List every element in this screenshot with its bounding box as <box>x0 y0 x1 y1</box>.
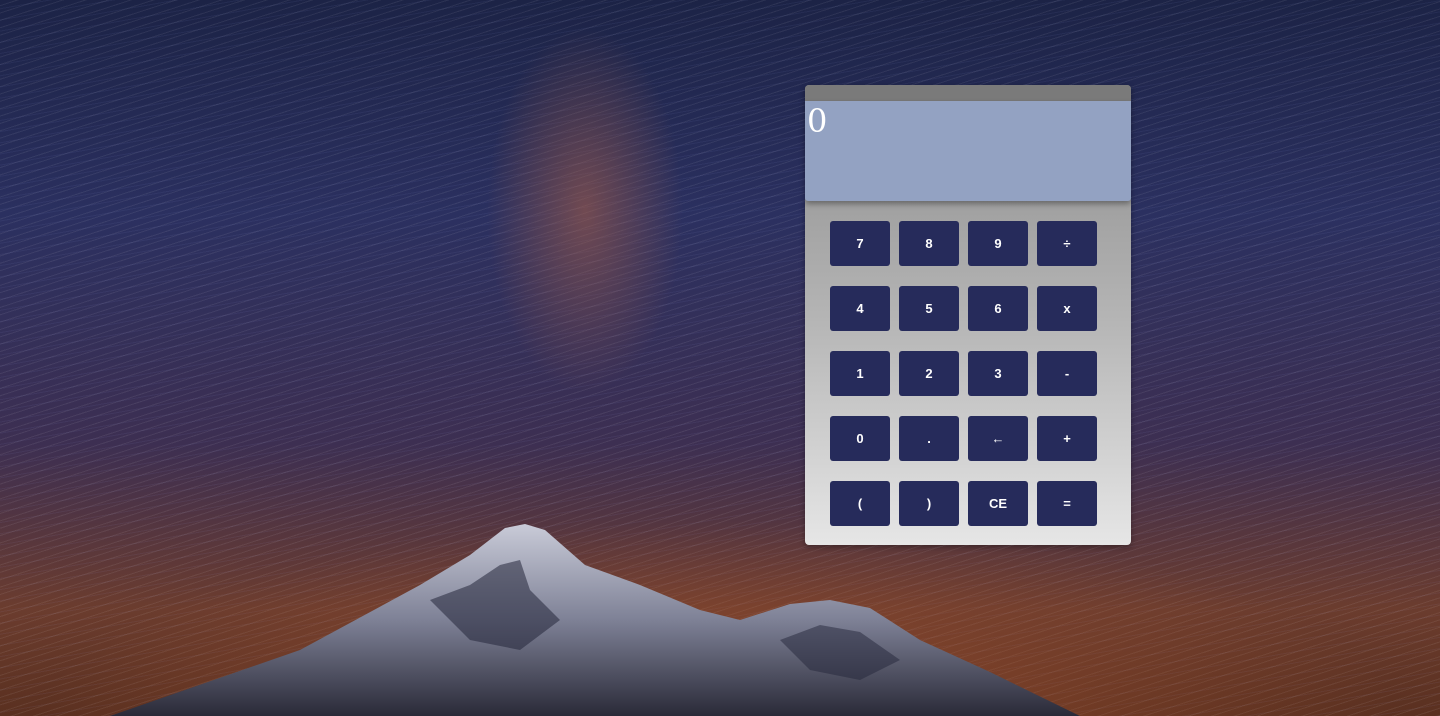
key-backspace[interactable]: ← <box>968 416 1028 461</box>
key-close-paren[interactable]: ) <box>899 481 959 526</box>
keypad: 7 8 9 ÷ 4 5 6 x 1 2 3 - 0 . ← + ( ) CE = <box>830 221 1098 526</box>
key-0[interactable]: 0 <box>830 416 890 461</box>
key-equals[interactable]: = <box>1037 481 1097 526</box>
key-subtract[interactable]: - <box>1037 351 1097 396</box>
key-add[interactable]: + <box>1037 416 1097 461</box>
key-3[interactable]: 3 <box>968 351 1028 396</box>
key-6[interactable]: 6 <box>968 286 1028 331</box>
key-4[interactable]: 4 <box>830 286 890 331</box>
key-5[interactable]: 5 <box>899 286 959 331</box>
key-8[interactable]: 8 <box>899 221 959 266</box>
key-open-paren[interactable]: ( <box>830 481 890 526</box>
calculator-titlebar[interactable] <box>805 85 1131 101</box>
calculator: 0 7 8 9 ÷ 4 5 6 x 1 2 3 - 0 . ← + ( ) CE… <box>805 85 1131 545</box>
display-value: 0 <box>807 102 828 140</box>
key-clear-entry[interactable]: CE <box>968 481 1028 526</box>
key-9[interactable]: 9 <box>968 221 1028 266</box>
key-multiply[interactable]: x <box>1037 286 1097 331</box>
key-1[interactable]: 1 <box>830 351 890 396</box>
key-divide[interactable]: ÷ <box>1037 221 1097 266</box>
key-decimal[interactable]: . <box>899 416 959 461</box>
calculator-display: 0 <box>805 101 1131 201</box>
key-2[interactable]: 2 <box>899 351 959 396</box>
mountain-silhouette <box>110 524 1080 716</box>
key-7[interactable]: 7 <box>830 221 890 266</box>
